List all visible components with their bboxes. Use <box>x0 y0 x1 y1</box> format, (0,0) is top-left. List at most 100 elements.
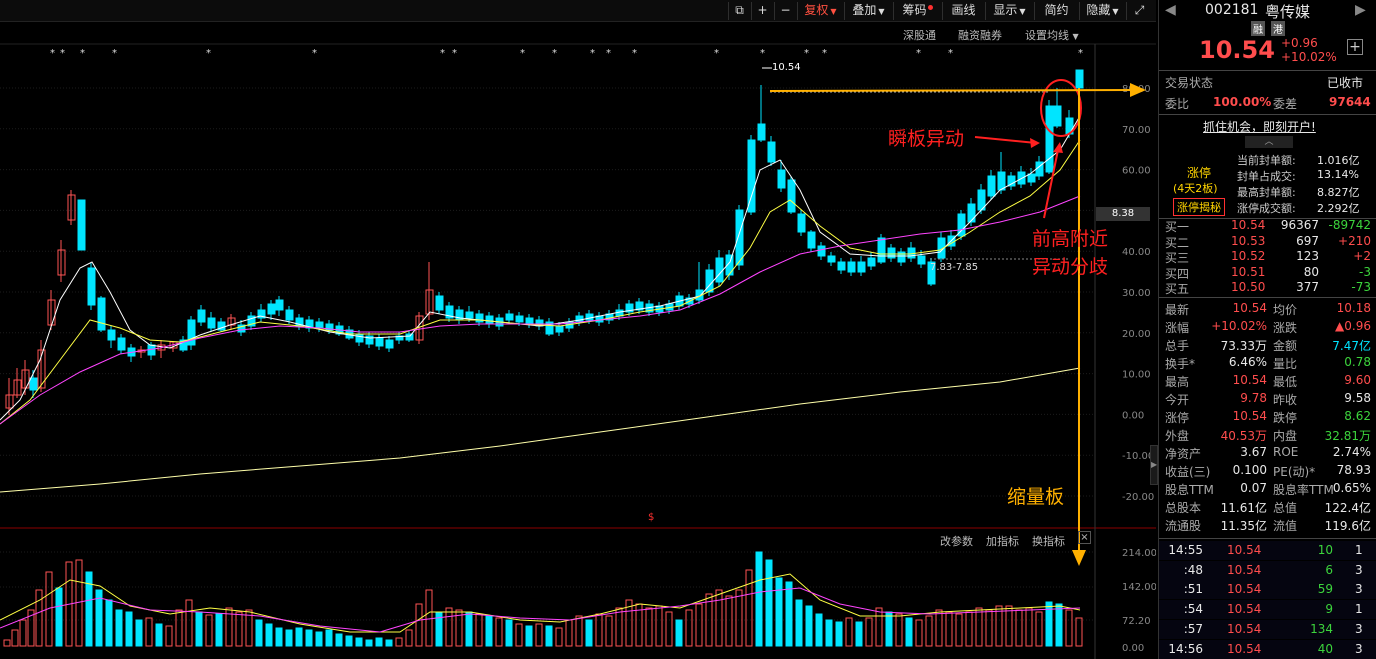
add-indicator-button[interactable]: 加指标 <box>986 533 1019 549</box>
quote-label: 总手 <box>1165 339 1190 353</box>
order-level-label: 买二 <box>1165 235 1190 250</box>
quote-value: 32.81万 <box>1324 429 1371 443</box>
chevron-down-icon: ▼ <box>1112 7 1119 16</box>
volume-bar-down <box>195 611 203 647</box>
volume-bar-down <box>105 599 113 647</box>
margin-trading-button[interactable]: 融资融券 <box>958 27 1002 43</box>
candle-down <box>29 377 38 391</box>
order-change: +210 <box>1338 233 1371 248</box>
candle-down <box>867 257 876 267</box>
volume-bar-up <box>425 589 433 647</box>
price-axis-label: 40.00 <box>1122 247 1151 258</box>
annotation-instant-board: 瞬板异动 <box>888 128 965 150</box>
volume-bar-up <box>595 613 603 647</box>
event-star-icon: * <box>606 48 611 59</box>
volume-bar-down <box>815 613 823 647</box>
volume-bar-down <box>805 605 813 647</box>
volume-bar-up <box>19 619 27 647</box>
toolbar-button-simple[interactable]: 简约 <box>1034 2 1078 20</box>
toolbar-button-overlay[interactable]: 叠加 ▼ <box>844 2 892 20</box>
order-book-row[interactable]: 买一 10.54 96367 -89742 <box>1159 218 1376 234</box>
toolbar-button-display[interactable]: 显示 ▼ <box>985 2 1033 20</box>
quote-label: 量比 <box>1273 357 1298 371</box>
candle-down <box>505 313 514 321</box>
order-book-row[interactable]: 买五 10.50 377 -73 <box>1159 280 1376 296</box>
kline-chart-area[interactable]: 80.0070.0060.0050.0040.0030.0020.0010.00… <box>0 0 1156 659</box>
volume-bar-down <box>1055 603 1063 647</box>
tick-time: :48 <box>1183 562 1203 577</box>
tick-time: :51 <box>1183 582 1203 597</box>
order-book-row[interactable]: 买四 10.51 80 -3 <box>1159 264 1376 281</box>
volume-bar-up <box>1025 607 1033 647</box>
hk-connect-button[interactable]: 深股通 <box>903 27 936 43</box>
limit-stat-value: 2.292亿 <box>1317 202 1360 215</box>
candle-down <box>515 315 524 323</box>
toolbar-button-draw-line[interactable]: 画线 <box>942 2 984 20</box>
volume-bar-up <box>1065 609 1073 647</box>
restore-icon[interactable]: ⧉ <box>728 2 750 20</box>
volume-bar-down <box>505 619 513 647</box>
quote-label: 内盘 <box>1273 429 1298 443</box>
quote-row: 总手 73.33万 金额 7.47亿 <box>1159 335 1376 353</box>
candle-down <box>757 123 766 141</box>
add-watchlist-icon[interactable]: + <box>1347 39 1363 55</box>
volume-bar-down <box>305 629 313 647</box>
quote-row: 最高 10.54 最低 9.60 <box>1159 371 1376 389</box>
volume-bar-down <box>375 637 383 647</box>
close-indicator-icon[interactable]: × <box>1078 531 1091 544</box>
order-book-row[interactable]: 买二 10.53 697 +210 <box>1159 233 1376 250</box>
toolbar-button-hide[interactable]: 隐藏 ▼ <box>1079 2 1125 20</box>
volume-bar-up <box>205 614 213 647</box>
quote-value: ▲0.96 <box>1335 319 1371 333</box>
set-ma-button[interactable]: 设置均线 ▼ <box>1025 27 1079 43</box>
current-level-label: 8.38 <box>1096 207 1150 221</box>
prev-stock-icon[interactable]: ◀ <box>1165 2 1176 18</box>
volume-bar-up <box>565 619 573 647</box>
volume-bar-up <box>35 589 43 647</box>
volume-bar-up <box>725 595 733 647</box>
event-star-icon: * <box>60 48 65 59</box>
chevron-down-icon: ▼ <box>878 7 885 16</box>
switch-indicator-button[interactable]: 换指标 <box>1032 533 1065 549</box>
order-book-row[interactable]: 买三 10.52 123 +2 <box>1159 249 1376 265</box>
edit-params-button[interactable]: 改参数 <box>940 533 973 549</box>
tick-row: :51 10.54 59 3 <box>1159 580 1376 600</box>
candle-down <box>525 317 534 325</box>
last-price: 10.54 <box>1199 36 1275 64</box>
stock-header: ◀ 002181 粤传媒 ▶ <box>1159 0 1376 22</box>
collapse-panel-handle[interactable]: ▶ <box>1150 445 1158 485</box>
limit-up-reveal-button[interactable]: 涨停揭秘 <box>1173 198 1225 216</box>
order-level-label: 买五 <box>1165 282 1190 296</box>
order-volume: 80 <box>1303 264 1319 279</box>
volume-bar-up <box>11 629 19 647</box>
tick-time: :54 <box>1183 602 1203 617</box>
collapse-limit-up-toggle[interactable]: ︿ <box>1159 136 1376 150</box>
quote-label: 外盘 <box>1165 429 1190 443</box>
event-star-icon: * <box>80 48 85 59</box>
zoom-out-icon[interactable]: − <box>774 2 796 20</box>
toolbar-button-chips[interactable]: 筹码 <box>893 2 941 20</box>
open-account-promo[interactable]: 抓住机会，即刻开户! <box>1159 116 1376 136</box>
kline-chart-svg[interactable]: 80.0070.0060.0050.0040.0030.0020.0010.00… <box>0 0 1156 659</box>
volume-bar-down <box>135 619 143 647</box>
volume-bar-up <box>475 613 483 647</box>
zoom-in-icon[interactable]: + <box>751 2 773 20</box>
price-block: 10.54 +0.96 +10.02% + <box>1159 36 1376 68</box>
volume-bar-down <box>325 629 333 647</box>
quote-label: 流通股 <box>1165 519 1202 533</box>
candle-down <box>375 337 384 347</box>
order-price: 10.54 <box>1231 218 1266 232</box>
toolbar-button-fuquan[interactable]: 复权 ▼ <box>797 2 843 20</box>
price-axis-label: 70.00 <box>1122 125 1151 136</box>
volume-bar-down <box>295 627 303 647</box>
next-stock-icon[interactable]: ▶ <box>1355 2 1366 18</box>
limit-up-block: 涨停 (4天2板) 涨停揭秘 当前封单额: 1.016亿 封单占成交: 13.14% 最… <box>1159 150 1376 218</box>
volume-bar-down <box>1045 601 1053 647</box>
quote-value: 0.65% <box>1332 481 1371 495</box>
quote-value: 122.4亿 <box>1324 501 1371 515</box>
tick-row: 14:56 10.54 40 3 <box>1159 639 1376 659</box>
range-label: 7.83-7.85 <box>930 262 979 273</box>
fullscreen-icon[interactable]: ⤢ <box>1126 2 1152 20</box>
order-volume: 96367 <box>1280 218 1319 232</box>
candle-down <box>877 237 886 263</box>
